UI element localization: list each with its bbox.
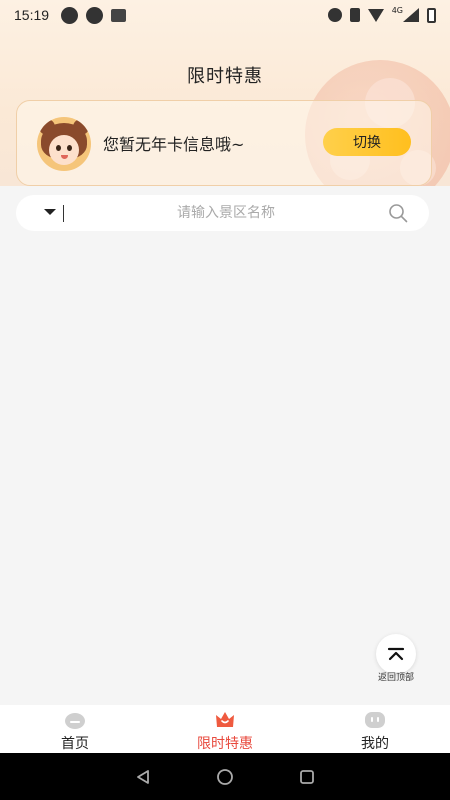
system-navigation-bar: [0, 753, 450, 800]
network-type-label: 4G: [391, 5, 403, 15]
back-button[interactable]: [133, 767, 153, 787]
status-indicators: 4G: [327, 5, 436, 23]
app-notification-icon: [61, 6, 79, 24]
card-message: 您暂无年卡信息哦~: [103, 135, 245, 154]
signal-icon: [403, 8, 419, 22]
back-to-top-label: 返回顶部: [377, 673, 414, 683]
tab-label: 限时特惠: [197, 736, 253, 752]
back-to-top-button[interactable]: [376, 634, 416, 674]
home-circle-icon: [217, 768, 233, 785]
wifi-icon: [367, 8, 384, 22]
tab-label: 我的: [361, 736, 389, 752]
recents-square-icon: [300, 769, 314, 784]
do-not-disturb-icon: [327, 8, 342, 22]
status-time: 15:19: [14, 7, 50, 23]
back-triangle-icon: [137, 769, 149, 784]
home-button[interactable]: [215, 767, 235, 787]
battery-icon: [427, 7, 436, 23]
tab-profile[interactable]: 我的: [300, 705, 450, 753]
annual-card-banner: 您暂无年卡信息哦~ 切换: [16, 100, 432, 186]
tab-bar: 首页 限时特惠 我的: [0, 705, 450, 753]
status-bar: 15:19 4G: [0, 0, 450, 30]
search-icon[interactable]: [388, 203, 408, 223]
chevron-up-icon: [387, 647, 405, 661]
page-title: 限时特惠: [187, 66, 263, 87]
profile-icon: [365, 712, 385, 728]
tab-home[interactable]: 首页: [0, 705, 150, 753]
home-icon: [65, 713, 85, 729]
search-bar[interactable]: [16, 195, 429, 231]
text-cursor: [63, 205, 64, 222]
switch-button[interactable]: 切换: [323, 128, 411, 156]
tab-sale[interactable]: 限时特惠: [150, 705, 300, 753]
image-notification-icon: [111, 8, 127, 22]
search-input[interactable]: [76, 199, 376, 227]
sale-icon: [216, 712, 234, 727]
vibrate-icon: [349, 8, 360, 22]
mail-notification-icon: [86, 6, 104, 24]
recents-button[interactable]: [297, 767, 317, 787]
tab-label: 首页: [61, 736, 89, 752]
dropdown-triangle-icon[interactable]: [44, 209, 56, 215]
avatar: [37, 117, 91, 171]
